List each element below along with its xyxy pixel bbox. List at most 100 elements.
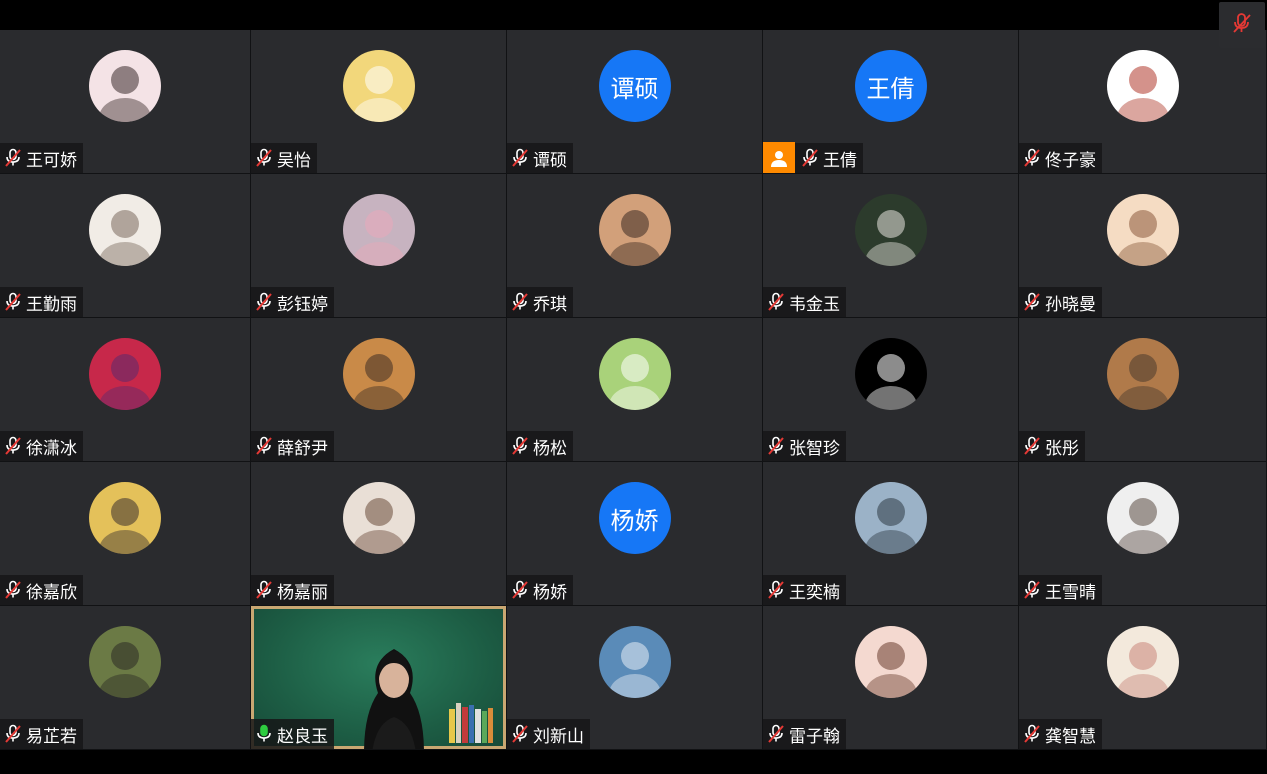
avatar bbox=[89, 626, 161, 698]
name-tag: 易芷若 bbox=[0, 719, 83, 749]
participant-tile[interactable]: 佟子豪 bbox=[1019, 30, 1267, 174]
avatar bbox=[854, 482, 927, 554]
bookshelf bbox=[449, 703, 493, 743]
mic-muted-icon[interactable] bbox=[763, 575, 789, 605]
mic-muted-icon[interactable] bbox=[251, 431, 277, 461]
participant-name: 赵良玉 bbox=[277, 726, 328, 747]
name-tag: 徐潇冰 bbox=[0, 431, 83, 461]
participant-tile[interactable]: 龚智慧 bbox=[1019, 606, 1267, 750]
avatar bbox=[598, 194, 671, 266]
mic-muted-icon[interactable] bbox=[251, 287, 277, 317]
avatar bbox=[598, 626, 671, 698]
mic-muted-icon[interactable] bbox=[0, 431, 26, 461]
participant-name: 刘新山 bbox=[533, 726, 584, 747]
participant-name: 张智珍 bbox=[789, 438, 840, 459]
participant-name: 张彤 bbox=[1045, 438, 1079, 459]
participant-tile[interactable]: 王奕楠 bbox=[763, 462, 1019, 606]
avatar bbox=[854, 194, 927, 266]
participant-tile[interactable]: 王雪晴 bbox=[1019, 462, 1267, 606]
mic-muted-icon[interactable] bbox=[1019, 143, 1045, 173]
name-tag: 谭硕 bbox=[507, 143, 573, 173]
mic-muted-icon[interactable] bbox=[251, 143, 277, 173]
name-tag: 徐嘉欣 bbox=[0, 575, 83, 605]
participant-name: 孙晓曼 bbox=[1045, 294, 1096, 315]
participant-name: 王倩 bbox=[823, 150, 857, 171]
mic-muted-icon[interactable] bbox=[507, 143, 533, 173]
name-tag: 赵良玉 bbox=[251, 719, 334, 749]
participant-tile[interactable]: 薛舒尹 bbox=[251, 318, 507, 462]
mic-muted-icon[interactable] bbox=[797, 143, 823, 173]
mic-muted-icon[interactable] bbox=[507, 575, 533, 605]
participant-tile[interactable]: 杨嘉丽 bbox=[251, 462, 507, 606]
name-tag: 王勤雨 bbox=[0, 287, 83, 317]
avatar-text: 杨娇 bbox=[598, 482, 671, 554]
participant-tile[interactable]: 雷子翰 bbox=[763, 606, 1019, 750]
name-tag: 张智珍 bbox=[763, 431, 846, 461]
name-tag: 张彤 bbox=[1019, 431, 1085, 461]
mic-muted-icon[interactable] bbox=[0, 575, 26, 605]
name-tag: 杨嘉丽 bbox=[251, 575, 334, 605]
mic-muted-icon[interactable] bbox=[507, 719, 533, 749]
mic-muted-icon[interactable] bbox=[1019, 719, 1045, 749]
mic-muted-icon[interactable] bbox=[507, 287, 533, 317]
mic-muted-icon[interactable] bbox=[0, 287, 26, 317]
mic-muted-icon[interactable] bbox=[763, 431, 789, 461]
participant-tile[interactable]: 张彤 bbox=[1019, 318, 1267, 462]
name-tag: 杨松 bbox=[507, 431, 573, 461]
participant-tile[interactable]: 徐嘉欣 bbox=[0, 462, 251, 606]
participant-tile[interactable]: 易芷若 bbox=[0, 606, 251, 750]
avatar bbox=[342, 50, 415, 122]
mic-muted-icon[interactable] bbox=[0, 143, 26, 173]
participant-name: 龚智慧 bbox=[1045, 726, 1096, 747]
mic-muted-icon[interactable] bbox=[1019, 431, 1045, 461]
participant-name: 王奕楠 bbox=[789, 582, 840, 603]
mic-muted-icon[interactable] bbox=[763, 719, 789, 749]
participant-tile[interactable]: 王勤雨 bbox=[0, 174, 251, 318]
participant-tile[interactable]: 谭硕 谭硕 bbox=[507, 30, 763, 174]
participant-tile[interactable]: 孙晓曼 bbox=[1019, 174, 1267, 318]
mic-muted-icon[interactable] bbox=[0, 719, 26, 749]
participant-name: 韦金玉 bbox=[789, 294, 840, 315]
name-tag: 王倩 bbox=[763, 142, 863, 173]
mic-on-icon[interactable] bbox=[251, 719, 277, 749]
avatar-text: 王倩 bbox=[854, 50, 927, 122]
participant-grid: 王可娇 吴怡 谭硕 谭硕 王倩 王倩 佟子豪 王勤雨 彭钰婷 乔琪 韦金玉 孙晓… bbox=[0, 30, 1267, 750]
participant-tile[interactable]: 乔琪 bbox=[507, 174, 763, 318]
participant-tile[interactable]: 彭钰婷 bbox=[251, 174, 507, 318]
mute-all-button[interactable] bbox=[1219, 2, 1265, 48]
bottom-bar bbox=[0, 750, 1267, 774]
avatar bbox=[854, 626, 927, 698]
mic-muted-icon[interactable] bbox=[1019, 575, 1045, 605]
participant-tile[interactable]: 韦金玉 bbox=[763, 174, 1019, 318]
mic-muted-icon[interactable] bbox=[763, 287, 789, 317]
mic-muted-icon[interactable] bbox=[507, 431, 533, 461]
name-tag: 孙晓曼 bbox=[1019, 287, 1102, 317]
avatar bbox=[89, 482, 161, 554]
participant-tile[interactable]: 张智珍 bbox=[763, 318, 1019, 462]
name-tag: 王雪晴 bbox=[1019, 575, 1102, 605]
participant-tile[interactable]: 刘新山 bbox=[507, 606, 763, 750]
participant-tile[interactable]: 杨松 bbox=[507, 318, 763, 462]
participant-name: 徐嘉欣 bbox=[26, 582, 77, 603]
participant-tile[interactable]: 赵良玉 bbox=[251, 606, 507, 750]
participant-name: 王勤雨 bbox=[26, 294, 77, 315]
participant-tile[interactable]: 杨娇 杨娇 bbox=[507, 462, 763, 606]
avatar bbox=[854, 338, 927, 410]
participant-name: 易芷若 bbox=[26, 726, 77, 747]
participant-tile[interactable]: 吴怡 bbox=[251, 30, 507, 174]
participant-name: 杨娇 bbox=[533, 582, 567, 603]
participant-name: 乔琪 bbox=[533, 294, 567, 315]
avatar bbox=[1106, 626, 1179, 698]
name-tag: 雷子翰 bbox=[763, 719, 846, 749]
avatar-text: 谭硕 bbox=[598, 50, 671, 122]
mic-muted-icon[interactable] bbox=[1019, 287, 1045, 317]
avatar bbox=[89, 194, 161, 266]
video-person bbox=[364, 649, 424, 749]
avatar bbox=[89, 338, 161, 410]
participant-tile[interactable]: 王倩 王倩 bbox=[763, 30, 1019, 174]
mic-muted-icon[interactable] bbox=[251, 575, 277, 605]
name-tag: 薛舒尹 bbox=[251, 431, 334, 461]
participant-tile[interactable]: 徐潇冰 bbox=[0, 318, 251, 462]
participant-tile[interactable]: 王可娇 bbox=[0, 30, 251, 174]
participant-name: 王可娇 bbox=[26, 150, 77, 171]
